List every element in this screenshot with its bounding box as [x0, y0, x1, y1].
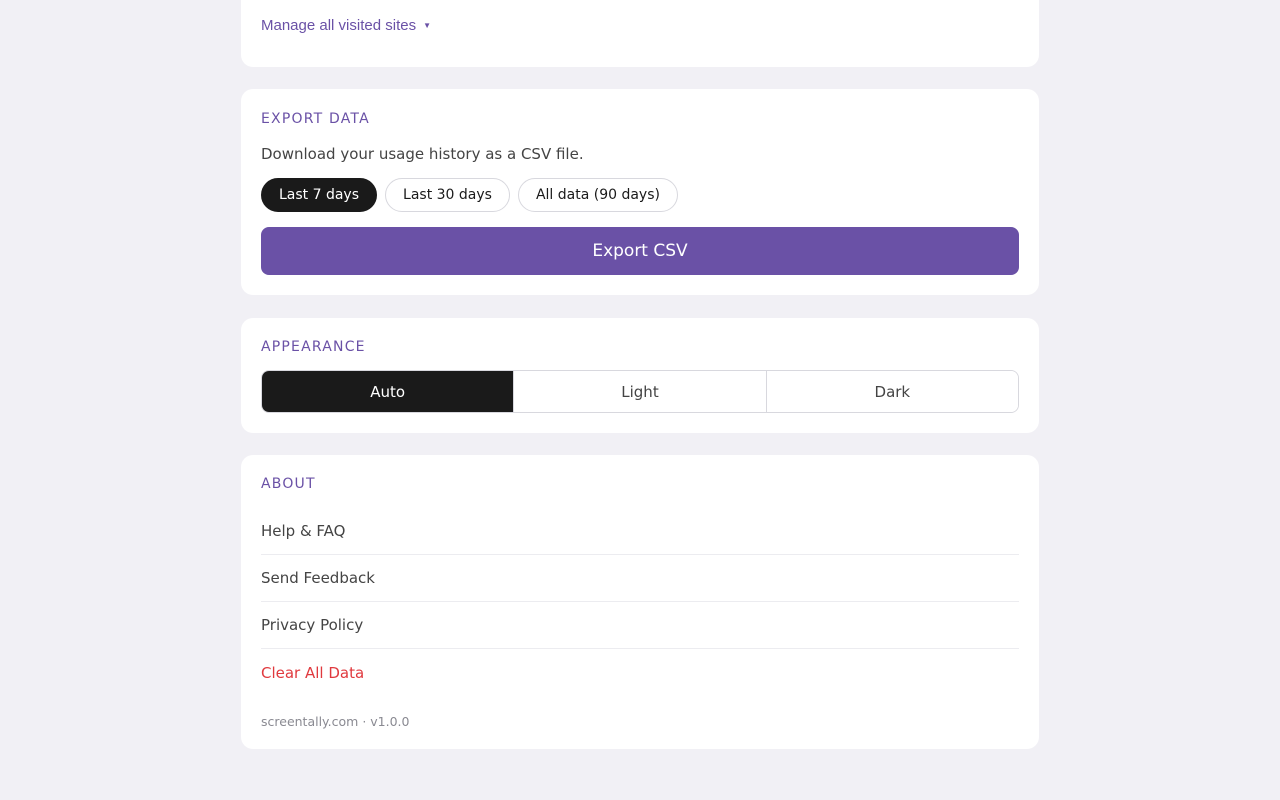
appearance-card: APPEARANCE Auto Light Dark: [241, 318, 1039, 433]
export-section-title: EXPORT DATA: [261, 111, 370, 127]
appearance-option-dark[interactable]: Dark: [765, 371, 1018, 412]
export-range-chips: Last 7 days Last 30 days All data (90 da…: [261, 178, 678, 212]
export-description: Download your usage history as a CSV fil…: [261, 145, 584, 163]
clear-all-data-link[interactable]: Clear All Data: [261, 649, 1019, 696]
manage-visited-sites-link[interactable]: Manage all visited sites ▼: [261, 17, 431, 34]
export-data-card: EXPORT DATA Download your usage history …: [241, 89, 1039, 295]
export-csv-button[interactable]: Export CSV: [261, 227, 1019, 275]
appearance-option-light[interactable]: Light: [513, 371, 766, 412]
range-chip-all-data[interactable]: All data (90 days): [517, 178, 678, 212]
send-feedback-link[interactable]: Send Feedback: [261, 555, 1019, 602]
about-section-title: ABOUT: [261, 476, 316, 492]
help-faq-link[interactable]: Help & FAQ: [261, 508, 1019, 555]
range-chip-last-7-days[interactable]: Last 7 days: [261, 178, 378, 212]
about-card: ABOUT Help & FAQ Send Feedback Privacy P…: [241, 455, 1039, 749]
appearance-section-title: APPEARANCE: [261, 339, 366, 355]
manage-visited-sites-label: Manage all visited sites: [261, 17, 417, 34]
appearance-segmented-control: Auto Light Dark: [261, 370, 1019, 413]
visited-sites-card: Manage all visited sites ▼: [241, 0, 1039, 67]
about-list: Help & FAQ Send Feedback Privacy Policy …: [261, 508, 1019, 696]
version-footer: screentally.com · v1.0.0: [261, 714, 410, 729]
range-chip-last-30-days[interactable]: Last 30 days: [385, 178, 510, 212]
caret-down-icon: ▼: [423, 20, 431, 30]
appearance-option-auto[interactable]: Auto: [262, 371, 514, 412]
privacy-policy-link[interactable]: Privacy Policy: [261, 602, 1019, 649]
